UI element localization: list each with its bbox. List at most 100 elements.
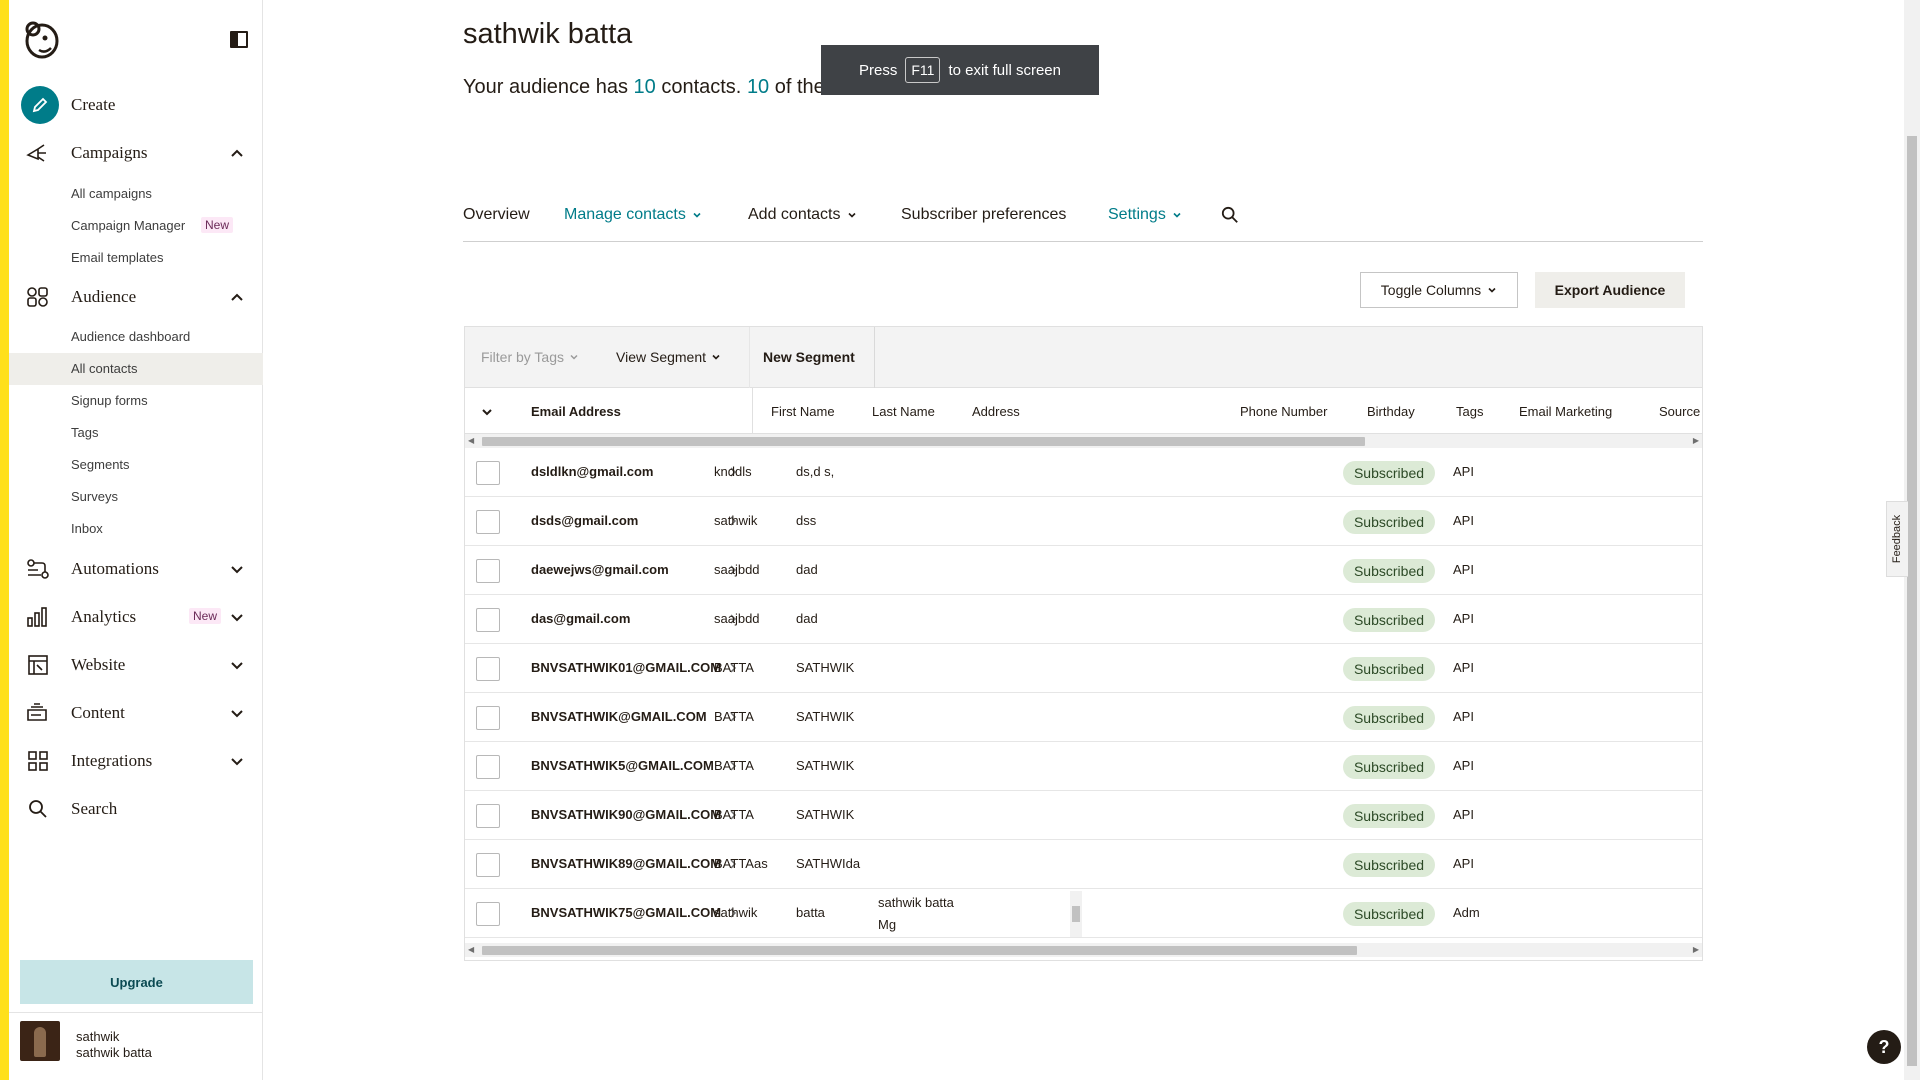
upgrade-button[interactable]: Upgrade [20, 960, 253, 1004]
column-first-name[interactable]: First Name [771, 404, 835, 419]
scroll-right-icon[interactable]: ▶ [1693, 945, 1699, 954]
table-row[interactable]: dsldlkn@gmail.com knddls ds,d s, Subscribed… [465, 448, 1702, 497]
table-row[interactable]: daewejws@gmail.com saajbdd dad Subscribed AP… [465, 546, 1702, 595]
nav-automations[interactable]: Automations [9, 549, 263, 589]
row-checkbox[interactable] [476, 706, 500, 730]
table-row[interactable]: das@gmail.com saajbdd dad Subscribed API [465, 595, 1702, 644]
nav-audience[interactable]: Audience [9, 277, 263, 317]
cell-email[interactable]: dsds@gmail.com [531, 513, 638, 528]
nav-campaigns[interactable]: Campaigns [9, 133, 263, 173]
row-checkbox[interactable] [476, 510, 500, 534]
chevron-down-icon[interactable] [229, 657, 245, 673]
account-profile[interactable]: sathwik sathwik batta [9, 1012, 263, 1080]
feedback-tab[interactable]: Feedback [1886, 501, 1908, 577]
sidebar-item-inbox[interactable]: Inbox [9, 513, 263, 545]
nav-content[interactable]: Content [9, 693, 263, 733]
chevron-down-icon [712, 354, 720, 360]
column-source[interactable]: Source [1659, 404, 1700, 419]
cell-first-name: saajbdd [714, 611, 760, 626]
table-row[interactable]: dsds@gmail.com sathwik dss Subscribed API [465, 497, 1702, 546]
address-scrollbar[interactable] [1070, 891, 1082, 937]
row-checkbox[interactable] [476, 559, 500, 583]
sidebar-item-segments[interactable]: Segments [9, 449, 263, 481]
scrollbar-thumb[interactable] [482, 946, 1357, 955]
scroll-left-icon[interactable]: ◀ [468, 436, 474, 445]
new-segment-button[interactable]: New Segment [763, 349, 855, 365]
tab-overview[interactable]: Overview [463, 206, 530, 224]
row-checkbox[interactable] [476, 461, 500, 485]
row-checkbox[interactable] [476, 804, 500, 828]
nav-integrations[interactable]: Integrations [9, 741, 263, 781]
bar-chart-icon [26, 606, 50, 628]
table-row[interactable]: BNVSATHWIK01@GMAIL.COM BATTA SATHWIK Subscr… [465, 644, 1702, 693]
column-email[interactable]: Email Address [531, 404, 621, 419]
column-last-name[interactable]: Last Name [872, 404, 935, 419]
sidebar-item-campaign-manager[interactable]: Campaign Manager New [9, 210, 263, 242]
cell-email[interactable]: BNVSATHWIK@GMAIL.COM [531, 709, 707, 724]
table-row[interactable]: BNVSATHWIK@GMAIL.COM BATTA SATHWIK Subscrib… [465, 693, 1702, 742]
sidebar-item-all-campaigns[interactable]: All campaigns [9, 178, 263, 210]
row-checkbox[interactable] [476, 657, 500, 681]
tab-subscriber-preferences[interactable]: Subscriber preferences [901, 206, 1066, 224]
collapse-sidebar-icon[interactable] [230, 31, 248, 48]
scroll-left-icon[interactable]: ◀ [468, 945, 474, 954]
mailchimp-logo-icon[interactable] [21, 18, 61, 60]
row-checkbox[interactable] [476, 755, 500, 779]
export-audience-button[interactable]: Export Audience [1535, 272, 1685, 308]
search-icon[interactable] [1221, 206, 1239, 224]
cell-email[interactable]: BNVSATHWIK75@GMAIL.COM [531, 905, 721, 920]
cell-email[interactable]: BNVSATHWIK90@GMAIL.COM [531, 807, 721, 822]
sidebar-item-all-contacts[interactable]: All contacts [9, 353, 263, 385]
cell-source: API [1453, 807, 1474, 822]
scrollbar-thumb[interactable] [1907, 136, 1917, 1066]
help-button[interactable]: ? [1867, 1030, 1901, 1064]
chevron-up-icon[interactable] [229, 145, 245, 161]
toggle-columns-button[interactable]: Toggle Columns [1360, 272, 1518, 308]
sidebar-item-surveys[interactable]: Surveys [9, 481, 263, 513]
chevron-up-icon[interactable] [229, 289, 245, 305]
nav-create[interactable]: Create [9, 84, 263, 126]
column-birthday[interactable]: Birthday [1367, 404, 1415, 419]
select-all-chevron-icon[interactable] [481, 406, 493, 418]
tab-manage-contacts[interactable]: Manage contacts [564, 206, 702, 224]
horizontal-scrollbar[interactable]: ◀ ▶ [465, 943, 1702, 957]
chevron-down-icon[interactable] [229, 753, 245, 769]
view-segment-dropdown[interactable]: View Segment [616, 349, 721, 365]
table-row[interactable]: BNVSATHWIK89@GMAIL.COM BATTAas SATHWIda Sub… [465, 840, 1702, 889]
row-checkbox[interactable] [476, 608, 500, 632]
cell-email[interactable]: das@gmail.com [531, 611, 630, 626]
column-address[interactable]: Address [972, 404, 1020, 419]
filter-by-tags-dropdown[interactable]: Filter by Tags [481, 349, 579, 365]
row-checkbox[interactable] [476, 902, 500, 926]
sidebar-item-audience-dashboard[interactable]: Audience dashboard [9, 321, 263, 353]
scrollbar-thumb[interactable] [482, 437, 1365, 446]
nav-website-label: Website [71, 655, 126, 674]
cell-email[interactable]: BNVSATHWIK5@GMAIL.COM [531, 758, 714, 773]
cell-email[interactable]: dsldlkn@gmail.com [531, 464, 653, 479]
sidebar-item-email-templates[interactable]: Email templates [9, 242, 263, 274]
chevron-down-icon[interactable] [229, 705, 245, 721]
tab-settings[interactable]: Settings [1108, 206, 1182, 224]
scroll-right-icon[interactable]: ▶ [1693, 436, 1699, 445]
horizontal-scrollbar[interactable]: ◀ ▶ [465, 434, 1702, 448]
cell-first-name: BATTA [714, 807, 754, 822]
cell-email[interactable]: BNVSATHWIK01@GMAIL.COM [531, 660, 721, 675]
nav-analytics[interactable]: Analytics New [9, 597, 263, 637]
chevron-down-icon[interactable] [229, 609, 245, 625]
column-email-marketing[interactable]: Email Marketing [1519, 404, 1612, 419]
table-row[interactable]: BNVSATHWIK75@GMAIL.COM sathwik batta sathwi… [465, 889, 1702, 938]
cell-email[interactable]: daewejws@gmail.com [531, 562, 669, 577]
table-row[interactable]: BNVSATHWIK90@GMAIL.COM BATTA SATHWIK Subscr… [465, 791, 1702, 840]
table-row[interactable]: BNVSATHWIK5@GMAIL.COM BATTA SATHWIK Subscri… [465, 742, 1702, 791]
chevron-down-icon[interactable] [229, 561, 245, 577]
column-tags[interactable]: Tags [1456, 404, 1483, 419]
row-checkbox[interactable] [476, 853, 500, 877]
column-phone[interactable]: Phone Number [1240, 404, 1327, 419]
nav-website[interactable]: Website [9, 645, 263, 685]
nav-search[interactable]: Search [9, 789, 263, 829]
sidebar-item-signup-forms[interactable]: Signup forms [9, 385, 263, 417]
cell-email[interactable]: BNVSATHWIK89@GMAIL.COM [531, 856, 721, 871]
sidebar-item-tags[interactable]: Tags [9, 417, 263, 449]
grid-icon [26, 750, 50, 772]
tab-add-contacts[interactable]: Add contacts [748, 206, 857, 224]
